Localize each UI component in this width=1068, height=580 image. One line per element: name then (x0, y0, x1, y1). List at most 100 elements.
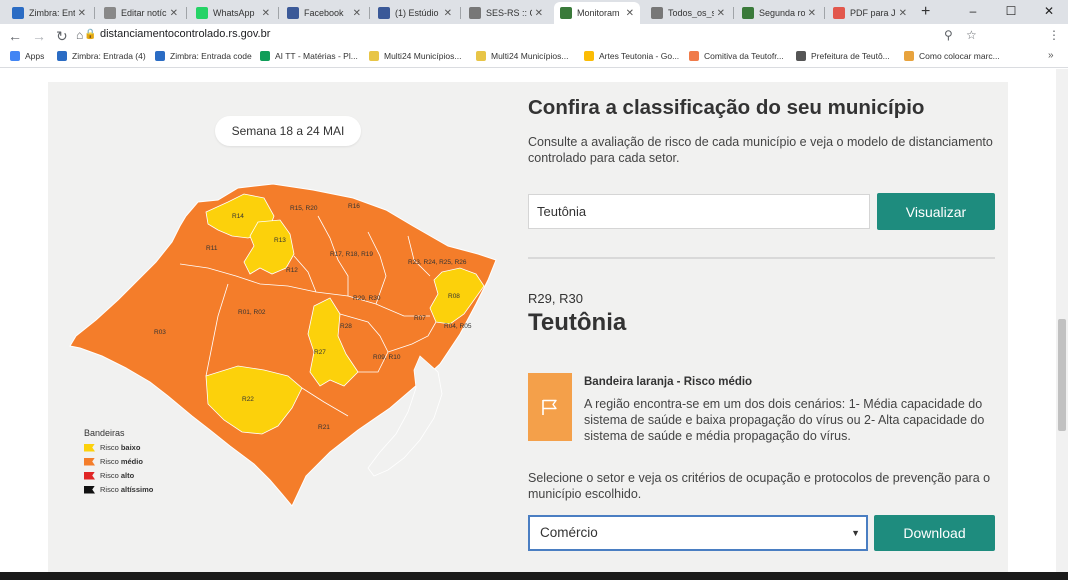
home-icon[interactable]: ⌂ (76, 28, 83, 42)
close-window-icon[interactable]: ✕ (1030, 0, 1068, 24)
tab-label: Todos_os_se (668, 8, 714, 18)
bookmark-favicon-icon (584, 51, 594, 61)
back-icon[interactable]: ← (8, 28, 22, 44)
section-divider (528, 257, 995, 259)
bookmark-star-icon[interactable]: ☆ (966, 28, 977, 42)
tab-label: Segunda ro (759, 8, 805, 18)
region-label: R01, R02 (238, 309, 266, 316)
bookmark-favicon-icon (57, 51, 67, 61)
region-codes: R29, R30 (528, 291, 583, 306)
rs-shield-icon (742, 7, 754, 19)
close-tab-icon[interactable]: ✕ (899, 8, 907, 19)
region-label: R07 (414, 315, 426, 322)
map-legend: Bandeiras Risco baixo Risco médio Risco al… (84, 428, 153, 499)
lock-icon[interactable]: 🔒 (84, 29, 96, 40)
region-label: R21 (318, 424, 330, 431)
tab-separator (824, 7, 825, 19)
close-tab-icon[interactable]: ✕ (444, 8, 452, 19)
page-title: Confira a classificação do seu município (528, 96, 925, 119)
region-label: R16 (348, 203, 360, 210)
scrollbar-thumb[interactable] (1058, 319, 1066, 431)
region-label: R13 (274, 237, 286, 244)
close-tab-icon[interactable]: ✕ (170, 8, 178, 19)
bookmark-item[interactable]: Multi24 Municípios... (369, 51, 461, 61)
chevron-down-icon[interactable]: ▼ (851, 517, 860, 549)
tab-label: Editar notíci (121, 8, 167, 18)
document-icon (104, 7, 116, 19)
os-taskbar (0, 572, 1068, 580)
region-label: R22 (242, 396, 254, 403)
download-button[interactable]: Download (874, 515, 995, 551)
bookmark-item[interactable]: Zimbra: Entrada code (155, 51, 252, 61)
browser-toolbar: ← → ↻ ⌂ 🔒 distanciamentocontrolado.rs.go… (0, 24, 1068, 67)
risk-flag-badge (528, 373, 572, 441)
close-tab-icon[interactable]: ✕ (78, 8, 86, 19)
browser-tab[interactable]: PDF para JP✕ (827, 2, 913, 24)
legend-prefix: Risco (100, 485, 121, 494)
visualizar-button[interactable]: Visualizar (877, 193, 995, 230)
browser-tab[interactable]: Zimbra: Entr ✕ (6, 2, 92, 24)
bookmark-item[interactable]: Como colocar marc... (904, 51, 1000, 61)
bookmarks-bar: Apps Zimbra: Entrada (4) Zimbra: Entrada c… (0, 48, 1068, 68)
reload-icon[interactable]: ↻ (56, 28, 68, 45)
browser-tab[interactable]: WhatsApp ✕ (190, 2, 276, 24)
browser-tab[interactable]: Monitoram ✕ (554, 2, 640, 24)
bookmark-item[interactable]: Prefeitura de Teutô... (796, 51, 890, 61)
bookmark-item[interactable]: Artes Teutonia - Go... (584, 51, 679, 61)
setor-select[interactable]: Comércio ▼ (528, 515, 868, 551)
region-label: R12 (286, 267, 298, 274)
close-tab-icon[interactable]: ✕ (717, 8, 725, 19)
tab-label: PDF para JP (850, 8, 896, 18)
bookmark-item[interactable]: Apps (10, 51, 44, 61)
forward-icon[interactable]: → (32, 28, 46, 44)
bookmark-item[interactable]: Zimbra: Entrada (4) (57, 51, 146, 61)
bookmark-label: Como colocar marc... (919, 51, 1000, 61)
bookmark-item[interactable]: Comitiva da Teutofr... (689, 51, 784, 61)
legend-level: altíssimo (120, 485, 154, 494)
new-tab-icon[interactable]: + (921, 3, 930, 21)
bookmark-label: Comitiva da Teutofr... (704, 51, 784, 61)
region-label: R14 (232, 213, 244, 220)
browser-tab[interactable]: Todos_os_se✕ (645, 2, 731, 24)
bookmark-favicon-icon (904, 51, 914, 61)
menu-icon[interactable]: ⋮ (1048, 28, 1060, 42)
browser-tab[interactable]: (1) Estúdio d✕ (372, 2, 458, 24)
minimize-icon[interactable]: – (954, 0, 992, 24)
browser-tab-bar: Zimbra: Entr ✕ Editar notíci ✕ WhatsApp ✕ Face… (0, 0, 1068, 24)
browser-tab[interactable]: Facebook ✕ (281, 2, 367, 24)
bookmark-favicon-icon (260, 51, 270, 61)
more-bookmarks-icon[interactable]: » (1048, 50, 1054, 61)
bookmark-label: Artes Teutonia - Go... (599, 51, 680, 61)
bookmark-item[interactable]: Multi24 Municípios... (476, 51, 568, 61)
address-bar[interactable]: distanciamentocontrolado.rs.gov.br (100, 28, 270, 40)
bookmark-favicon-icon (369, 51, 379, 61)
region-label: R28 (340, 323, 352, 330)
browser-tab[interactable]: Segunda ro ✕ (736, 2, 822, 24)
globe-icon (469, 7, 481, 19)
setor-select-value: Comércio (540, 525, 598, 540)
municipio-search-input[interactable] (528, 194, 870, 229)
tab-label: Zimbra: Entr (29, 8, 75, 18)
legend-title: Bandeiras (84, 428, 125, 438)
tab-label: (1) Estúdio d (395, 8, 441, 18)
close-tab-icon[interactable]: ✕ (808, 8, 816, 19)
legend-items: Risco baixo Risco médio Risco alto Risco al… (84, 443, 153, 494)
maximize-icon[interactable]: ☐ (992, 0, 1030, 24)
zoom-icon[interactable]: ⚲ (944, 28, 953, 42)
close-tab-icon[interactable]: ✕ (353, 8, 361, 19)
close-tab-icon[interactable]: ✕ (535, 8, 543, 19)
browser-tab[interactable]: SES-RS :: Co✕ (463, 2, 549, 24)
browser-tab[interactable]: Editar notíci ✕ (98, 2, 184, 24)
bookmark-label: Zimbra: Entrada code (170, 51, 252, 61)
bookmark-favicon-icon (476, 51, 486, 61)
bookmark-label: Zimbra: Entrada (4) (72, 51, 146, 61)
flag-icon (84, 443, 95, 452)
close-tab-icon[interactable]: ✕ (626, 8, 634, 19)
pdf-icon (833, 7, 845, 19)
close-tab-icon[interactable]: ✕ (262, 8, 270, 19)
bookmark-item[interactable]: AI TT - Matérias - Pl... (260, 51, 358, 61)
legend-prefix: Risco (100, 443, 121, 452)
page-scrollbar[interactable] (1056, 69, 1068, 580)
region-label: R17, R18, R19 (330, 251, 373, 258)
window-controls: – ☐ ✕ (954, 0, 1068, 24)
